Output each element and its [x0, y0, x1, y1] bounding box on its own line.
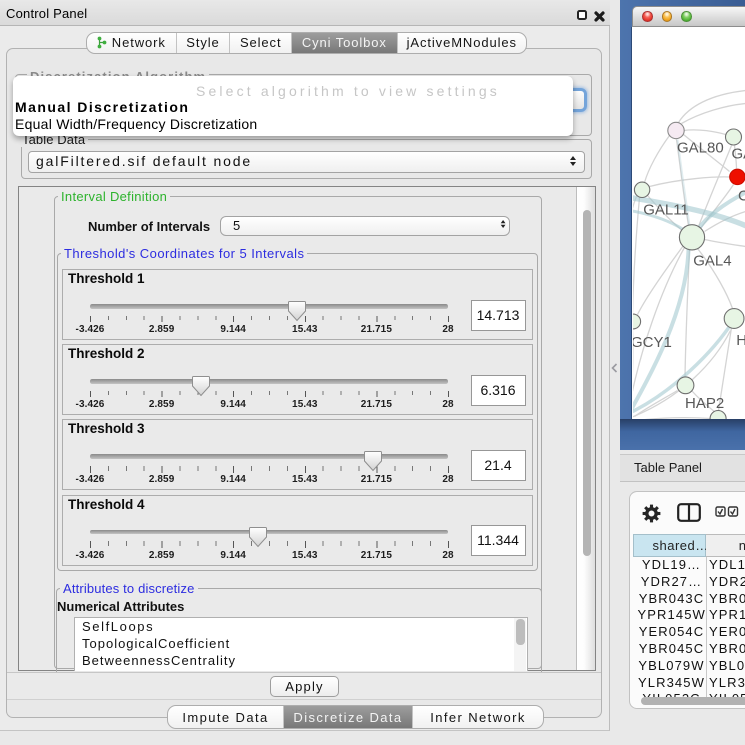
svg-text:H: H: [736, 332, 745, 349]
svg-text:GCY1: GCY1: [633, 334, 672, 351]
svg-text:GAL4: GAL4: [693, 252, 731, 269]
svg-text:GAL80: GAL80: [677, 139, 724, 156]
svg-text:HAP2: HAP2: [685, 395, 724, 412]
svg-text:GAL11: GAL11: [643, 201, 689, 218]
svg-text:C: C: [738, 187, 745, 204]
svg-text:GA: GA: [731, 145, 745, 162]
